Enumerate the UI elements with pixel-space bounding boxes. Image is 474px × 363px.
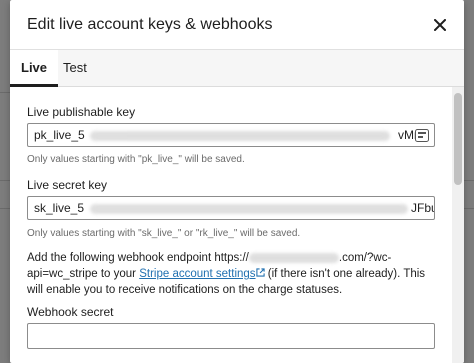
modal-title: Edit live account keys & webhooks [27,16,273,33]
backdrop-right [464,0,474,363]
secret-key-help: Only values starting with "sk_live_" or … [27,228,301,239]
publishable-key-prefix: pk_live_5 [34,128,85,142]
webhook-text-1: Add the following webhook endpoint [27,252,212,264]
webhook-secret-label: Webhook secret [27,305,114,319]
modal-header: Edit live account keys & webhooks [10,0,464,50]
webhook-endpoint-prefix: https:// [214,252,249,264]
edit-keys-modal: Edit live account keys & webhooks Live T… [10,0,464,363]
tab-bar: Live Test [10,50,464,87]
publishable-key-input[interactable]: pk_live_5 vMn [27,123,435,147]
webhook-endpoint-suffix: .com/?wc- [338,252,392,264]
secret-key-suffix: JFbu [411,201,434,215]
close-button[interactable] [430,15,450,35]
external-link-icon [255,268,265,277]
close-icon [434,19,446,31]
password-manager-icon[interactable] [415,129,429,142]
secret-key-input[interactable]: sk_live_5 JFbu [27,196,435,220]
tab-live[interactable]: Live [10,50,59,87]
redacted-value [90,204,408,214]
redacted-value [90,131,390,141]
tab-test[interactable]: Test [52,50,98,86]
scrollbar-thumb[interactable] [454,93,462,185]
secret-key-label: Live secret key [27,178,108,192]
webhook-text-2: to your [97,268,140,280]
stripe-settings-link[interactable]: Stripe account settings [139,268,265,280]
modal-content: Live publishable key pk_live_5 vMn Only … [10,87,452,363]
webhook-endpoint-line2: api=wc_stripe [27,268,98,280]
secret-key-prefix: sk_live_5 [34,201,85,215]
backdrop-left [0,0,10,363]
publishable-key-help: Only values starting with "pk_live_" wil… [27,154,245,165]
scrollbar[interactable] [452,87,464,363]
webhook-secret-input[interactable] [27,323,435,349]
publishable-key-label: Live publishable key [27,105,136,119]
stripe-settings-link-label: Stripe account settings [139,268,256,280]
webhook-instructions: Add the following webhook endpoint https… [27,250,437,298]
redacted-domain [248,252,339,263]
